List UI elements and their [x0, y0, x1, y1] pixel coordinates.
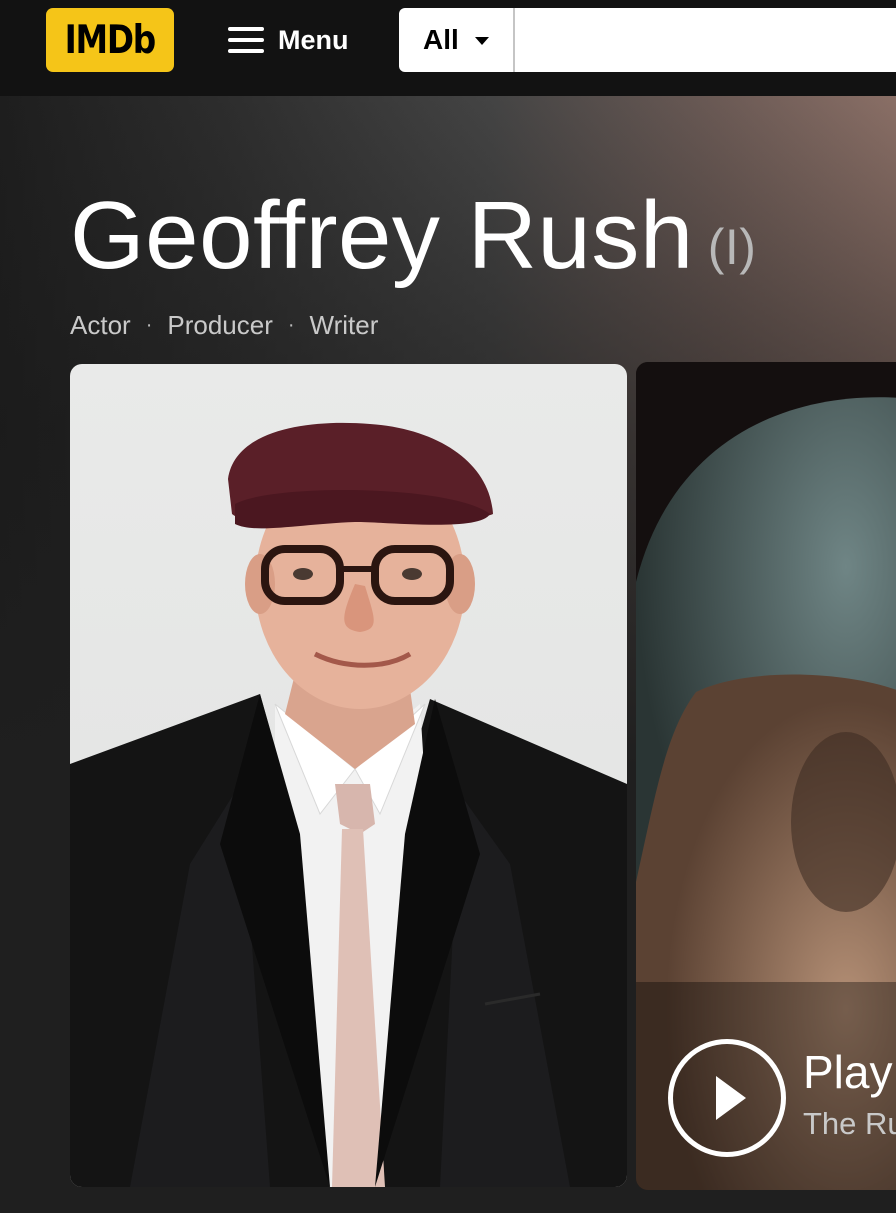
profession-separator: · — [145, 314, 153, 336]
page-title: Geoffrey Rush (I) — [70, 188, 756, 284]
portrait-illustration — [70, 422, 627, 1187]
search-input[interactable] — [515, 8, 896, 72]
logo-text: IMDb — [64, 17, 157, 63]
profession-item: Actor — [70, 310, 131, 340]
person-name: Geoffrey Rush — [70, 182, 694, 289]
top-navbar: IMDb Menu All — [0, 0, 896, 96]
profession-item: Writer — [309, 310, 379, 340]
video-title: The Ru — [803, 1106, 896, 1141]
search-bar: All — [399, 8, 896, 72]
person-photo[interactable] — [70, 364, 627, 1187]
profession-item: Producer — [167, 310, 273, 340]
menu-button[interactable]: Menu — [216, 12, 361, 68]
imdb-logo[interactable]: IMDb — [46, 8, 174, 72]
play-video-button[interactable] — [668, 1039, 786, 1157]
name-disambiguation: (I) — [707, 219, 757, 275]
search-category-label: All — [423, 24, 459, 55]
hamburger-icon — [228, 27, 264, 53]
play-icon — [716, 1076, 746, 1120]
profession-list: Actor · Producer · Writer — [70, 310, 378, 341]
profession-separator: · — [287, 314, 295, 336]
caret-down-icon — [474, 37, 489, 45]
play-label[interactable]: Play — [803, 1045, 892, 1099]
menu-label: Menu — [278, 24, 349, 55]
search-category-dropdown[interactable]: All — [399, 8, 515, 72]
